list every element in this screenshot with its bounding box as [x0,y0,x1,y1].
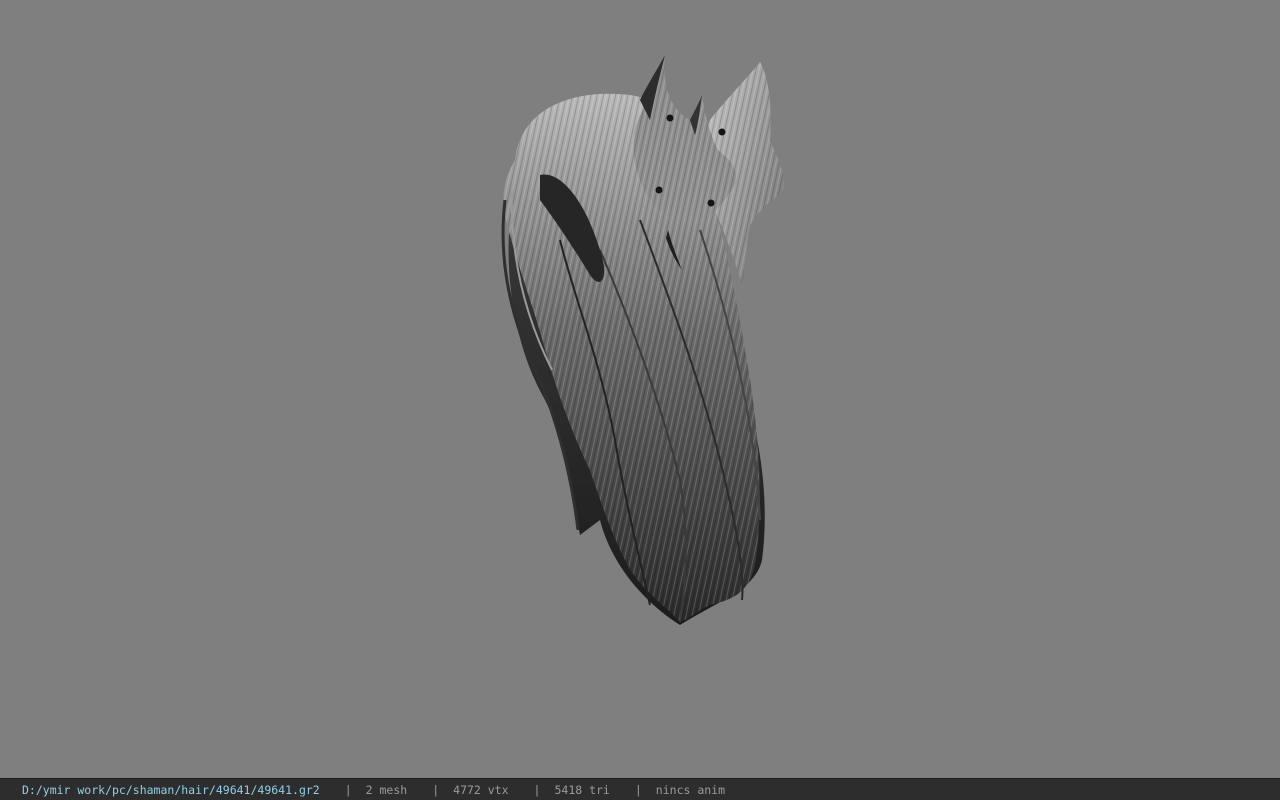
status-separator: | [432,782,440,797]
vertex-count: 4772 vtx [453,782,509,797]
3d-viewport[interactable] [0,0,1280,778]
status-separator: | [634,782,642,797]
status-separator: | [533,782,541,797]
file-path: D:/ymir work/pc/shaman/hair/49641/49641.… [22,782,320,797]
status-bar: D:/ymir work/pc/shaman/hair/49641/49641.… [0,778,1280,800]
triangle-count: 5418 tri [554,782,610,797]
animation-status: nincs anim [655,782,726,797]
status-separator: | [344,782,352,797]
hair-model-icon [501,55,784,625]
mesh-count: 2 mesh [365,782,408,797]
